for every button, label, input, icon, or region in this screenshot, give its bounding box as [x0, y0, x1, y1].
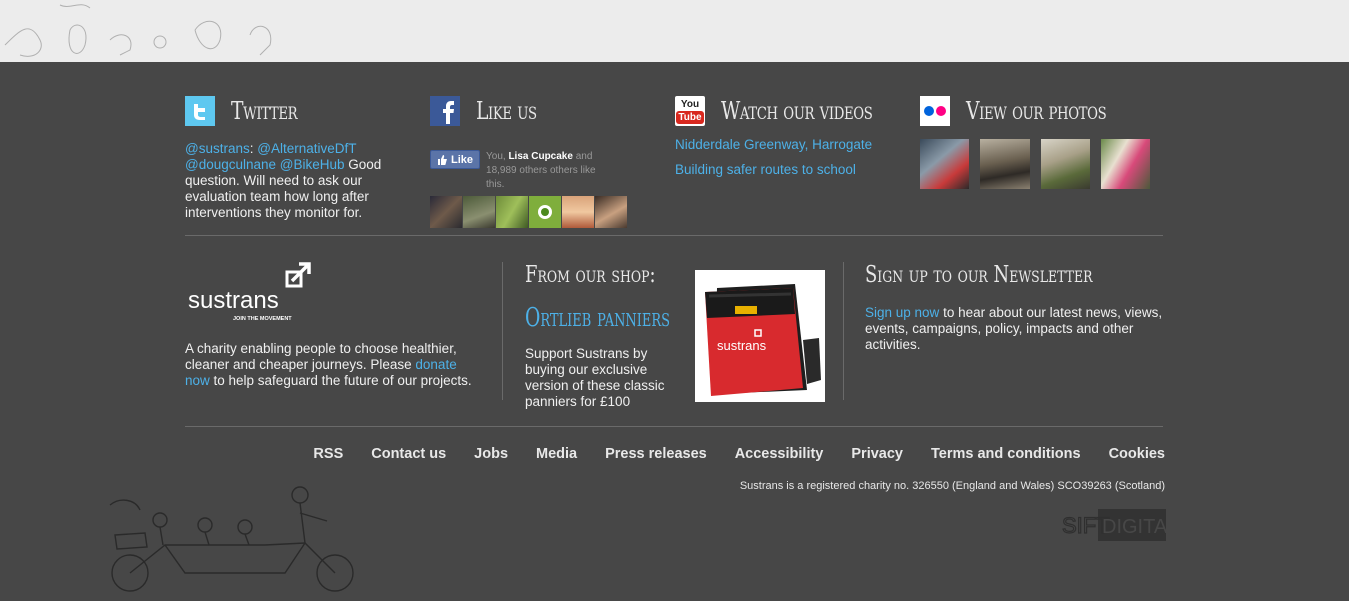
- facebook-like-count: You, Lisa Cupcake and 18,989 others othe…: [486, 150, 616, 192]
- tandem-bike-illustration: [109, 486, 354, 592]
- nav-accessibility[interactable]: Accessibility: [735, 446, 824, 462]
- tweet-handle-link[interactable]: @sustrans: [185, 141, 250, 156]
- sift-digital-logo[interactable]: SIFT DIGITAL: [1062, 509, 1166, 541]
- newsletter-description: Sign up now to hear about our latest new…: [865, 305, 1165, 353]
- photo-thumbnail[interactable]: [1040, 139, 1090, 189]
- photo-thumbnail[interactable]: [920, 139, 970, 189]
- photo-thumbnail[interactable]: [1100, 139, 1150, 189]
- youtube-you: You: [680, 99, 700, 110]
- vertical-divider: [843, 262, 844, 400]
- facebook-fan-avatar[interactable]: [463, 196, 495, 228]
- like-button-label: Like: [451, 153, 474, 166]
- thumbs-up-icon: [438, 154, 447, 165]
- video-link[interactable]: Building safer routes to school: [675, 163, 905, 177]
- like-friend-name[interactable]: Lisa Cupcake: [508, 151, 572, 162]
- nav-cookies[interactable]: Cookies: [1109, 446, 1165, 462]
- facebook-like-box: Like You, Lisa Cupcake and 18,989 others…: [430, 150, 660, 192]
- charity-description: A charity enabling people to choose heal…: [185, 341, 485, 389]
- flickr-icon[interactable]: [920, 96, 950, 126]
- charity-text-after: to help safeguard the future of our proj…: [209, 373, 472, 388]
- pannier-product-image[interactable]: sustrans: [695, 270, 825, 402]
- facebook-fan-avatar[interactable]: [562, 196, 594, 228]
- tweet-mention-link[interactable]: @AlternativeDfT: [257, 141, 356, 156]
- logo-wordmark: sustrans: [188, 287, 279, 314]
- photos-title: View our photos: [966, 97, 1107, 125]
- facebook-column: Like us Like You, Lisa Cupcake and 18,98…: [430, 96, 660, 228]
- facebook-title: Like us: [476, 97, 537, 125]
- youtube-icon[interactable]: You Tube: [675, 96, 705, 126]
- nav-press-releases[interactable]: Press releases: [605, 446, 707, 462]
- divider: [185, 426, 1163, 427]
- newsletter-heading: Sign up to our Newsletter: [865, 262, 1093, 288]
- shop-product-link[interactable]: Ortlieb panniers: [525, 303, 670, 333]
- sustrans-logo[interactable]: sustrans JOIN THE MOVEMENT: [186, 262, 316, 324]
- videos-column: You Tube Watch our videos Nidderdale Gre…: [675, 96, 905, 176]
- facebook-fan-avatar[interactable]: [496, 196, 528, 228]
- nav-jobs[interactable]: Jobs: [474, 446, 508, 462]
- twitter-header: Twitter: [185, 96, 415, 126]
- divider: [185, 235, 1163, 236]
- nav-terms[interactable]: Terms and conditions: [931, 446, 1081, 462]
- youtube-tube: Tube: [676, 111, 704, 124]
- twitter-column: Twitter @sustrans: @AlternativeDfT @doug…: [185, 96, 415, 221]
- photos-header: View our photos: [920, 96, 1150, 126]
- bag-logo-text: sustrans: [717, 338, 767, 353]
- newsletter-signup-link[interactable]: Sign up now: [865, 305, 939, 320]
- digital-text: DIGITAL: [1102, 516, 1166, 538]
- shop-heading: From our shop:: [525, 262, 656, 288]
- nav-privacy[interactable]: Privacy: [851, 446, 903, 462]
- torn-paper-edge: [0, 63, 1349, 72]
- logo-tagline: JOIN THE MOVEMENT: [233, 316, 292, 322]
- facebook-fan-avatar[interactable]: [529, 196, 561, 228]
- latest-tweet: @sustrans: @AlternativeDfT @dougculnane …: [185, 141, 400, 221]
- footer-nav: RSS Contact us Jobs Media Press releases…: [313, 446, 1165, 462]
- twitter-title: Twitter: [231, 97, 298, 125]
- facebook-icon[interactable]: [430, 96, 460, 126]
- vertical-divider: [502, 262, 503, 400]
- nav-contact-us[interactable]: Contact us: [371, 446, 446, 462]
- like-prefix: You,: [486, 151, 509, 162]
- tweet-mention-link[interactable]: @BikeHub: [280, 157, 345, 172]
- facebook-fan-avatar[interactable]: [430, 196, 462, 228]
- video-links: Nidderdale Greenway, Harrogate Building …: [675, 138, 905, 177]
- facebook-faces: [430, 196, 660, 228]
- photo-thumbnail[interactable]: [980, 139, 1030, 189]
- photos-column: View our photos: [920, 96, 1150, 189]
- twitter-icon[interactable]: [185, 96, 215, 126]
- photo-thumbnails: [920, 139, 1150, 189]
- facebook-header: Like us: [430, 96, 660, 126]
- nav-media[interactable]: Media: [536, 446, 577, 462]
- charity-registration: Sustrans is a registered charity no. 326…: [739, 480, 1165, 492]
- videos-title: Watch our videos: [721, 97, 873, 125]
- video-link[interactable]: Nidderdale Greenway, Harrogate: [675, 138, 905, 152]
- facebook-fan-avatar[interactable]: [595, 196, 627, 228]
- nav-rss[interactable]: RSS: [313, 446, 343, 462]
- shop-description: Support Sustrans by buying our exclusive…: [525, 346, 665, 409]
- videos-header: You Tube Watch our videos: [675, 96, 905, 126]
- facebook-like-button[interactable]: Like: [430, 150, 481, 169]
- tweet-mention-link[interactable]: @dougculnane: [185, 157, 276, 172]
